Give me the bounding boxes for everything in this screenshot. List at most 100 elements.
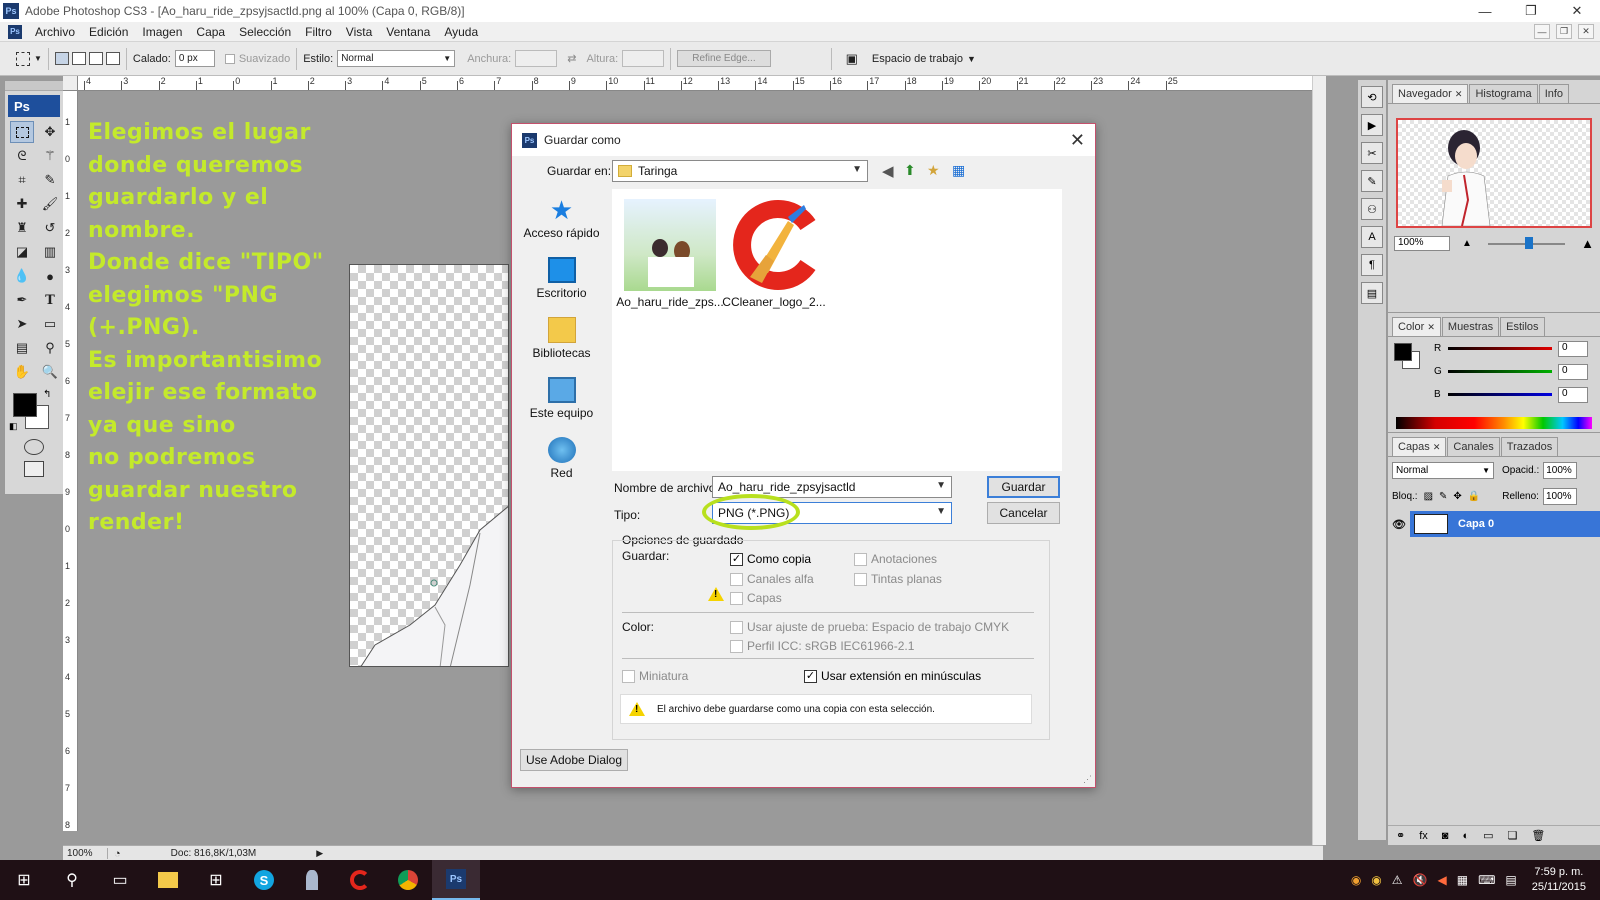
tab-info[interactable]: Info [1538, 84, 1570, 103]
lock-all-icon[interactable]: 🔒 [1468, 491, 1480, 502]
channel-r-slider[interactable] [1448, 347, 1552, 350]
use-adobe-dialog-button[interactable]: Use Adobe Dialog [520, 749, 628, 771]
channel-g-input[interactable]: 0 [1558, 363, 1588, 380]
channel-b-input[interactable]: 0 [1558, 386, 1588, 403]
path-selection-icon[interactable]: ➤ [10, 313, 34, 335]
history-brush-icon[interactable]: ↺ [38, 217, 62, 239]
channel-g-slider[interactable] [1448, 370, 1552, 373]
swap-dimensions-icon[interactable]: ⇄ [567, 52, 576, 65]
tray-security-icon[interactable]: ⚠ [1392, 873, 1403, 887]
doc-close-icon[interactable]: ✕ [1578, 24, 1594, 39]
file-item[interactable]: Ao_haru_ride_zps... [616, 199, 724, 309]
menu-imagen[interactable]: Imagen [135, 25, 189, 39]
doc-minimize-icon[interactable]: — [1534, 24, 1550, 39]
tab-capas[interactable]: Capas ✕ [1392, 437, 1447, 456]
task-view-icon[interactable]: ▭ [96, 860, 144, 900]
adjustment-layer-icon[interactable]: ◐ [1462, 830, 1469, 842]
minimize-button[interactable]: — [1462, 0, 1508, 22]
lock-pixels-icon[interactable]: ✎ [1439, 491, 1447, 502]
blur-tool-icon[interactable]: 💧 [10, 265, 34, 287]
file-explorer-icon[interactable] [144, 860, 192, 900]
brush-tool-icon[interactable]: 🖌 [38, 193, 62, 215]
marquee-preset-icon[interactable] [16, 51, 30, 66]
tab-trazados[interactable]: Trazados [1500, 437, 1559, 456]
status-menu-arrow-icon[interactable]: ▶ [316, 848, 323, 859]
menu-seleccion[interactable]: Selección [232, 25, 298, 39]
brushes-panel-icon[interactable]: ✎ [1361, 170, 1383, 192]
new-folder-icon[interactable]: ★ [927, 162, 940, 179]
save-in-select[interactable]: Taringa ▼ [612, 160, 868, 182]
document-canvas[interactable] [349, 264, 509, 667]
menu-ventana[interactable]: Ventana [379, 25, 437, 39]
new-selection-icon[interactable] [54, 52, 69, 65]
anotaciones-checkbox[interactable]: Anotaciones [854, 552, 937, 566]
add-selection-icon[interactable] [71, 52, 86, 65]
subtract-selection-icon[interactable] [88, 52, 103, 65]
preset-dropdown-icon[interactable]: ▼ [34, 54, 42, 63]
app-icon[interactable] [288, 860, 336, 900]
menu-filtro[interactable]: Filtro [298, 25, 339, 39]
windows-start-icon[interactable]: ⊞ [0, 860, 48, 900]
refine-edge-button[interactable]: Refine Edge... [677, 50, 771, 67]
clock[interactable]: 7:59 p. m. 25/11/2015 [1532, 865, 1586, 895]
workspace-icon[interactable]: ▣ [846, 51, 858, 67]
place-quick-access[interactable]: ★ Acceso rápido [519, 197, 604, 240]
zoom-out-icon[interactable]: ▲ [1462, 238, 1472, 249]
intersect-selection-icon[interactable] [105, 52, 120, 65]
fill-input[interactable]: 100% [1542, 487, 1577, 505]
character-panel-icon[interactable]: A [1361, 226, 1383, 248]
menu-vista[interactable]: Vista [339, 25, 379, 39]
estilo-select[interactable]: Normal ▼ [337, 50, 456, 67]
new-layer-icon[interactable]: ❏ [1508, 829, 1518, 842]
chevron-down-icon[interactable]: ▼ [967, 54, 976, 64]
altura-input[interactable] [622, 50, 665, 67]
tab-color[interactable]: Color ✕ [1392, 317, 1441, 336]
skype-icon[interactable]: S [240, 860, 288, 900]
proof-setup-checkbox[interactable]: Usar ajuste de prueba: Espacio de trabaj… [730, 620, 1009, 634]
lowercase-extension-checkbox[interactable]: ✓ Usar extensión en minúsculas [804, 669, 981, 683]
slider-knob[interactable] [1524, 236, 1533, 249]
menu-edicion[interactable]: Edición [82, 25, 135, 39]
place-this-pc[interactable]: Este equipo [519, 377, 604, 420]
doc-restore-icon[interactable]: ❐ [1556, 24, 1572, 39]
screen-mode-icon[interactable] [24, 461, 44, 477]
tray-app2-icon[interactable]: ◉ [1371, 873, 1381, 887]
miniatura-checkbox[interactable]: Miniatura [622, 669, 688, 683]
keyboard-icon[interactable]: ⌨ [1478, 873, 1495, 887]
menu-capa[interactable]: Capa [189, 25, 232, 39]
notifications-icon[interactable]: ▤ [1505, 873, 1516, 887]
tab-navegador[interactable]: Navegador ✕ [1392, 84, 1469, 103]
eye-icon[interactable]: 👁 [1388, 511, 1410, 537]
layer-mask-icon[interactable]: ◙ [1442, 830, 1449, 842]
workspace-menu[interactable]: Espacio de trabajo [872, 53, 963, 65]
suavizado-checkbox[interactable] [224, 53, 235, 64]
blend-mode-select[interactable]: Normal ▼ [1392, 461, 1494, 479]
navigator-zoom-input[interactable]: 100% [1394, 236, 1450, 251]
dialog-close-icon[interactable]: ✕ [1070, 130, 1085, 151]
network-icon[interactable]: ▦ [1457, 873, 1468, 887]
canales-alfa-checkbox[interactable]: Canales alfa [730, 572, 814, 586]
delete-layer-icon[interactable]: 🗑 [1531, 829, 1545, 842]
volume-muted-icon[interactable]: 🔇 [1413, 873, 1428, 887]
shape-tool-icon[interactable]: ▭ [38, 313, 62, 335]
channel-r-input[interactable]: 0 [1558, 340, 1588, 357]
lasso-tool-icon[interactable]: ᘓ [10, 145, 34, 167]
cancelar-button[interactable]: Cancelar [987, 502, 1060, 524]
close-button[interactable]: ✕ [1554, 0, 1600, 22]
foreground-color-swatch[interactable] [13, 393, 37, 417]
tab-canales[interactable]: Canales [1447, 437, 1500, 456]
layer-style-icon[interactable]: fx [1419, 830, 1428, 842]
menu-ayuda[interactable]: Ayuda [437, 25, 485, 39]
zoom-in-icon[interactable]: ▲ [1581, 236, 1594, 251]
history-panel-icon[interactable]: ⟲ [1361, 86, 1383, 108]
up-folder-icon[interactable]: ⬆ [904, 162, 916, 179]
status-info-icon[interactable]: ◔ [114, 848, 121, 860]
marquee-tool-icon[interactable] [10, 121, 34, 143]
actions-panel-icon[interactable]: ▶ [1361, 114, 1383, 136]
type-tool-icon[interactable]: T [38, 289, 62, 311]
restore-button[interactable]: ❐ [1508, 0, 1554, 22]
ccleaner-icon[interactable] [336, 860, 384, 900]
layer-comps-icon[interactable]: ▤ [1361, 282, 1383, 304]
layer-row[interactable]: 👁 Capa 0 [1388, 511, 1600, 537]
file-item[interactable]: CCleaner_logo_2... [720, 199, 828, 309]
